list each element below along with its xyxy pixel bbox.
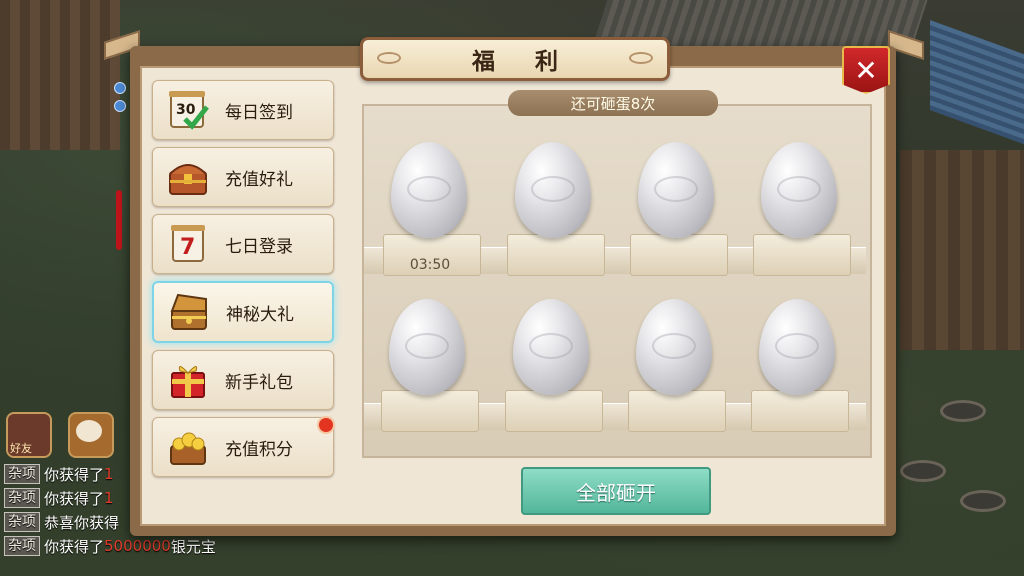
notification-badge bbox=[317, 416, 335, 434]
cloud-ornament-icon bbox=[377, 52, 401, 64]
egg-pedestal bbox=[630, 234, 728, 276]
menu-item-recharge-gift[interactable]: 充值好礼 bbox=[152, 147, 334, 207]
egg-timer: 03:50 bbox=[409, 257, 451, 273]
smash-all-button[interactable]: 全部砸开 bbox=[521, 467, 711, 515]
menu-item-seven-day-login[interactable]: 7 七日登录 bbox=[152, 214, 334, 274]
menu-item-label: 七日登录 bbox=[225, 236, 293, 257]
menu-item-newbie-pack[interactable]: 新手礼包 bbox=[152, 350, 334, 410]
friends-label: 好友 bbox=[10, 442, 32, 455]
wooden-building bbox=[900, 150, 1024, 350]
clay-pot bbox=[900, 460, 946, 482]
egg-pedestal bbox=[628, 390, 726, 432]
svg-text:30: 30 bbox=[176, 102, 196, 118]
panel-title: 福 利 bbox=[471, 49, 574, 75]
gold-treasure-icon bbox=[165, 424, 211, 470]
chat-tag: 杂项 bbox=[4, 464, 40, 484]
chat-bubble-icon bbox=[76, 420, 102, 442]
welfare-menu: 30 每日签到 充值好礼 7 七日登录 神秘大礼 新手礼包 充值积分 bbox=[152, 80, 335, 484]
chat-number: 1 bbox=[104, 465, 114, 483]
chat-number: 5000000 bbox=[104, 537, 171, 555]
chat-tag: 杂项 bbox=[4, 536, 40, 556]
menu-item-label: 充值好礼 bbox=[225, 169, 293, 190]
smash-all-label: 全部砸开 bbox=[576, 480, 656, 505]
gift-box-icon bbox=[165, 357, 211, 403]
egg-pedestal bbox=[751, 390, 849, 432]
close-button[interactable]: ✕ bbox=[842, 46, 890, 94]
chat-tag: 杂项 bbox=[4, 488, 40, 508]
menu-item-label: 新手礼包 bbox=[225, 372, 293, 393]
egg-pedestal bbox=[753, 234, 851, 276]
menu-item-label: 充值积分 bbox=[225, 439, 293, 460]
egg-pedestal bbox=[507, 234, 605, 276]
chat-text: 你获得了 bbox=[44, 537, 105, 556]
clay-pot bbox=[940, 400, 986, 422]
menu-item-mystery-gift[interactable]: 神秘大礼 bbox=[152, 281, 334, 343]
chat-text: 恭喜你获得 bbox=[44, 513, 120, 532]
remaining-smashes-text: 还可砸蛋8次 bbox=[570, 94, 656, 113]
chat-number: 1 bbox=[104, 489, 114, 507]
clay-pot bbox=[960, 490, 1006, 512]
chat-line: 杂项 你获得了 5000000 银元宝 bbox=[4, 534, 244, 558]
panel-title-plaque: 福 利 bbox=[360, 37, 670, 81]
blue-roof bbox=[930, 19, 1024, 151]
menu-item-recharge-points[interactable]: 充值积分 bbox=[152, 416, 335, 477]
cloud-ornament-icon bbox=[629, 52, 653, 64]
treasure-chest-icon bbox=[165, 154, 211, 200]
close-icon: ✕ bbox=[854, 53, 878, 87]
menu-item-label: 每日签到 bbox=[225, 102, 293, 123]
calendar-30-checkmark-icon: 30 bbox=[165, 87, 211, 133]
chat-text: 你获得了 bbox=[44, 489, 105, 508]
remaining-smashes-banner: 还可砸蛋8次 bbox=[508, 90, 718, 116]
mystery-chest-icon bbox=[166, 289, 212, 335]
egg-pedestal bbox=[381, 390, 479, 432]
wooden-wall bbox=[0, 0, 120, 150]
chat-text: 你获得了 bbox=[44, 465, 105, 484]
tassel-ornament bbox=[112, 70, 126, 250]
calendar-7-icon: 7 bbox=[165, 221, 211, 267]
menu-item-label: 神秘大礼 bbox=[226, 304, 294, 325]
chat-tag: 杂项 bbox=[4, 512, 40, 532]
svg-text:7: 7 bbox=[180, 235, 195, 260]
egg-pedestal bbox=[505, 390, 603, 432]
chat-text-tail: 银元宝 bbox=[170, 537, 216, 556]
menu-item-daily-signin[interactable]: 30 每日签到 bbox=[152, 80, 334, 140]
